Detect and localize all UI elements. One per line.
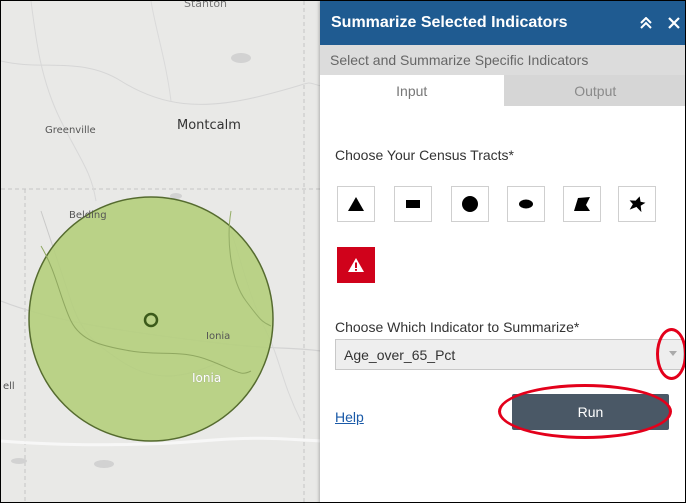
indicator-label: Choose Which Indicator to Summarize* — [335, 319, 580, 335]
map-base — [1, 1, 321, 502]
polygon-icon — [574, 197, 590, 211]
map-label-greenville: Greenville — [45, 125, 96, 136]
draw-circle-button[interactable] — [451, 186, 489, 222]
panel-subtitle-text: Select and Summarize Specific Indicators — [330, 52, 589, 68]
map-label-montcalm: Montcalm — [177, 118, 241, 133]
census-tracts-label: Choose Your Census Tracts* — [335, 147, 514, 163]
warning-button[interactable] — [337, 247, 375, 283]
tab-input[interactable]: Input — [320, 75, 504, 106]
freehand-polygon-icon — [629, 196, 646, 213]
widget-panel: Summarize Selected Indicators Select and… — [320, 1, 685, 502]
map-label-ionia-county: Ionia — [192, 371, 222, 385]
warning-icon — [348, 258, 364, 272]
draw-triangle-button[interactable] — [337, 186, 375, 222]
screenshot-frame: Stanton Montcalm Greenville Belding Ioni… — [0, 0, 686, 503]
map-label-belding: Belding — [69, 210, 107, 221]
draw-freehand-polygon-button[interactable] — [618, 186, 656, 222]
panel-header: Summarize Selected Indicators — [320, 1, 685, 45]
circle-icon — [462, 196, 478, 212]
triangle-icon — [348, 197, 364, 211]
double-chevron-up-icon[interactable] — [633, 10, 659, 36]
buffer-circle — [28, 196, 274, 442]
rectangle-icon — [406, 200, 420, 208]
draw-polygon-button[interactable] — [563, 186, 601, 222]
draw-ellipse-button[interactable] — [507, 186, 545, 222]
indicator-select[interactable]: Age_over_65_Pct — [335, 339, 684, 370]
run-button[interactable]: Run — [512, 394, 669, 430]
map-label-ionia-city: Ionia — [206, 331, 231, 342]
draw-rectangle-button[interactable] — [394, 186, 432, 222]
tab-output[interactable]: Output — [503, 75, 685, 106]
panel-subtitle: Select and Summarize Specific Indicators — [320, 45, 685, 75]
close-icon[interactable] — [661, 10, 685, 36]
help-link[interactable]: Help — [335, 409, 364, 425]
indicator-select-value: Age_over_65_Pct — [344, 346, 456, 363]
chevron-down-icon[interactable] — [669, 351, 677, 356]
map-label-ell: ell — [3, 381, 15, 392]
panel-title: Summarize Selected Indicators — [331, 14, 568, 31]
tab-bar: Input Output — [320, 75, 685, 106]
map-label-stanton: Stanton — [184, 0, 228, 10]
ellipse-icon — [519, 199, 533, 209]
